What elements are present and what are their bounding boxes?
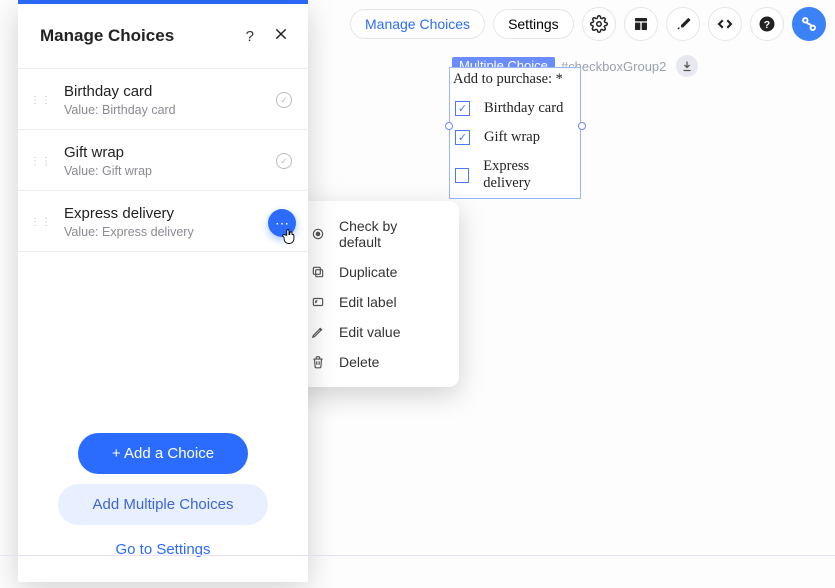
ctx-edit-value[interactable]: Edit value [294,317,459,347]
ctx-item-label: Check by default [339,218,443,250]
delete-icon [310,355,326,369]
svg-text:?: ? [763,19,769,31]
resize-handle-right[interactable] [578,122,586,130]
manage-choices-tab[interactable]: Manage Choices [350,9,485,39]
checkbox-icon[interactable]: ✓ [455,130,470,145]
download-icon[interactable] [676,55,698,77]
brush-icon[interactable] [666,7,700,41]
checked-indicator-icon[interactable]: ✓ [276,153,292,169]
ctx-edit-label[interactable]: Edit label [294,287,459,317]
help-icon[interactable]: ? [750,7,784,41]
ctx-item-label: Edit label [339,294,397,310]
checkbox-icon[interactable]: ✓ [455,101,470,116]
preview-option[interactable]: ✓ Gift wrap [450,123,580,152]
option-label: Gift wrap [484,129,540,146]
layout-icon[interactable] [624,7,658,41]
choice-context-menu: Check by default Duplicate Edit label Ed… [294,201,459,387]
close-icon[interactable] [274,27,288,45]
choice-more-button[interactable]: ⋯ [268,209,296,237]
checkbox-icon[interactable] [455,168,469,183]
checkbox-group-preview[interactable]: Add to purchase: * ✓ Birthday card ✓ Gif… [449,67,581,199]
option-label: Express delivery [483,158,575,192]
preview-option[interactable]: ✓ Birthday card [450,94,580,123]
manage-choices-panel: Manage Choices ? ⋮⋮ Birthday card Value:… [18,4,308,582]
ctx-item-label: Duplicate [339,264,397,280]
ctx-delete[interactable]: Delete [294,347,459,377]
choice-label: Express delivery [64,205,296,222]
gear-icon[interactable] [582,7,616,41]
ctx-item-label: Delete [339,354,379,370]
choice-value: Value: Birthday card [64,103,264,117]
choice-label: Birthday card [64,83,264,100]
add-choice-button[interactable]: + Add a Choice [78,433,248,474]
choice-row[interactable]: ⋮⋮ Birthday card Value: Birthday card ✓ [18,69,308,130]
radio-icon [310,227,326,241]
field-title: Add to purchase: * [450,68,580,94]
edit-label-icon [310,295,326,309]
drag-handle-icon[interactable]: ⋮⋮ [30,95,52,106]
checked-indicator-icon[interactable]: ✓ [276,92,292,108]
settings-tab[interactable]: Settings [493,9,574,39]
add-multiple-choices-button[interactable]: Add Multiple Choices [58,484,268,525]
drag-handle-icon[interactable]: ⋮⋮ [30,217,52,228]
canvas-separator [0,555,835,556]
edit-value-icon [310,325,326,339]
choice-row[interactable]: ⋮⋮ Gift wrap Value: Gift wrap ✓ [18,130,308,191]
choice-row[interactable]: ⋮⋮ Express delivery Value: Express deliv… [18,191,308,252]
choice-value: Value: Express delivery [64,225,296,239]
code-icon[interactable] [708,7,742,41]
choice-value: Value: Gift wrap [64,164,264,178]
panel-help-icon[interactable]: ? [246,28,254,45]
duplicate-icon [310,265,326,279]
ctx-item-label: Edit value [339,324,400,340]
preview-option[interactable]: Express delivery [450,152,580,198]
option-label: Birthday card [484,100,563,117]
ctx-duplicate[interactable]: Duplicate [294,257,459,287]
ctx-radio[interactable]: Check by default [294,211,459,257]
resize-handle-left[interactable] [445,122,453,130]
connect-icon[interactable] [792,7,826,41]
choice-label: Gift wrap [64,144,264,161]
editor-toolbar: Manage Choices Settings ? [350,7,826,41]
panel-title: Manage Choices [40,26,174,46]
drag-handle-icon[interactable]: ⋮⋮ [30,156,52,167]
